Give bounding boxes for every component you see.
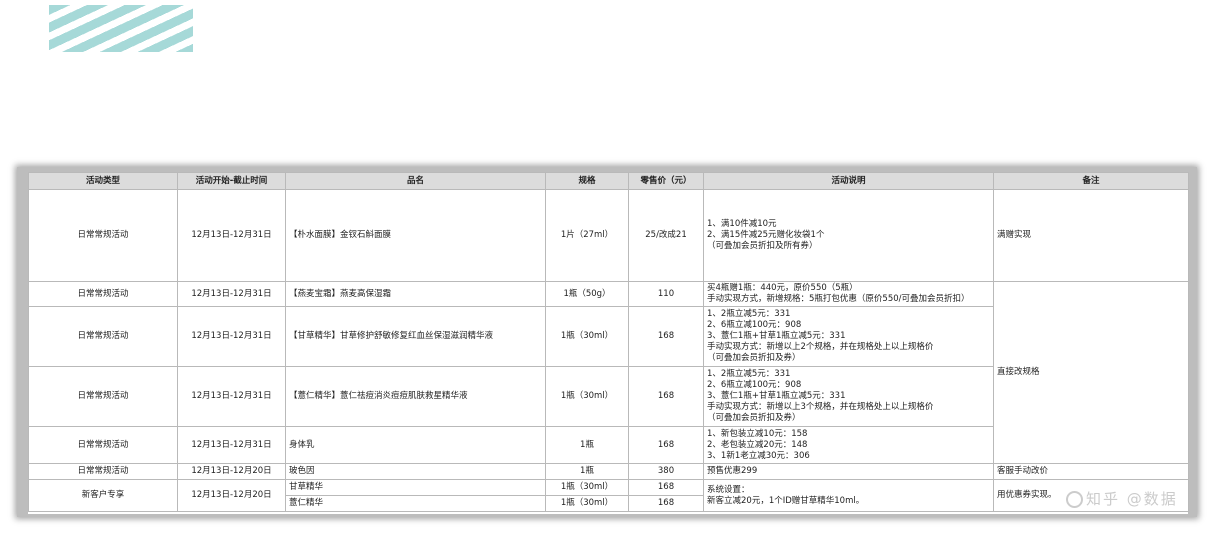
spreadsheet-screenshot: 活动类型 活动开始-截止时间 品名 规格 零售价（元） 活动说明 备注 日常常规… — [17, 167, 1197, 517]
cell-price: 110 — [628, 281, 704, 307]
cell-spec: 1瓶（30ml） — [545, 306, 629, 367]
cell-price: 168 — [628, 479, 704, 496]
cell-spec: 1瓶 — [545, 426, 629, 464]
cell-type: 新客户专享 — [28, 479, 178, 512]
cell-name: 身体乳 — [285, 426, 546, 464]
cell-period: 12月13日-12月31日 — [177, 189, 286, 282]
cell-price: 168 — [628, 495, 704, 512]
cell-name: 【朴水面膜】金钗石斛面膜 — [285, 189, 546, 282]
watermark: 知乎 @数据 — [1066, 488, 1178, 509]
cell-spec: 1瓶（30ml） — [545, 479, 629, 496]
table-row: 日常常规活动 12月13日-12月31日 【燕麦宝霜】燕麦高保湿霜 1瓶（50g… — [28, 281, 1189, 464]
cell-type: 日常常规活动 — [28, 463, 178, 480]
header-activity-type: 活动类型 — [28, 172, 178, 190]
cell-spec: 1片（27ml） — [545, 189, 629, 282]
cell-description: 买4瓶赠1瓶：440元，原价550（5瓶） 手动实现方式，新增规格：5瓶打包优惠… — [703, 281, 994, 307]
cell-spec: 1瓶 — [545, 463, 629, 480]
cell-spec: 1瓶（30ml） — [545, 495, 629, 512]
watermark-logo-icon — [1066, 491, 1083, 508]
cell-type: 日常常规活动 — [28, 189, 178, 282]
cell-price: 168 — [628, 306, 704, 367]
table-row: 日常常规活动 12月13日-12月20日 玻色因 1瓶 380 预售优惠299 … — [28, 463, 1189, 480]
cell-price: 168 — [628, 366, 704, 427]
cell-type: 日常常规活动 — [28, 366, 178, 427]
table-row: 日常常规活动 12月13日-12月31日 【朴水面膜】金钗石斛面膜 1片（27m… — [28, 189, 1189, 282]
cell-description: 1、2瓶立减5元：331 2、6瓶立减100元：908 3、薏仁1瓶+甘草1瓶立… — [703, 366, 994, 427]
cell-period: 12月13日-12月31日 — [177, 426, 286, 464]
cell-note: 满赠实现 — [993, 189, 1189, 282]
cell-price: 25/改成21 — [628, 189, 704, 282]
header-note: 备注 — [993, 172, 1189, 190]
cell-spec: 1瓶（30ml） — [545, 366, 629, 427]
cell-price: 380 — [628, 463, 704, 480]
header-row: 活动类型 活动开始-截止时间 品名 规格 零售价（元） 活动说明 备注 — [28, 172, 1189, 190]
cell-name: 【甘草精华】甘草修护舒敏修复红血丝保湿滋润精华液 — [285, 306, 546, 367]
cell-type: 日常常规活动 — [28, 306, 178, 367]
cell-description: 系统设置： 新客立减20元，1个ID赠甘草精华10ml。 — [703, 479, 994, 512]
decorative-stripes — [49, 5, 193, 52]
cell-period: 12月13日-12月31日 — [177, 306, 286, 367]
cell-price: 168 — [628, 426, 704, 464]
cell-name: 薏仁精华 — [285, 495, 546, 512]
cell-description: 1、新包装立减10元：158 2、老包装立减20元：148 3、1新1老立减30… — [703, 426, 994, 464]
cell-name: 玻色因 — [285, 463, 546, 480]
cell-description: 1、2瓶立减5元：331 2、6瓶立减100元：908 3、薏仁1瓶+甘草1瓶立… — [703, 306, 994, 367]
spreadsheet-area: 活动类型 活动开始-截止时间 品名 规格 零售价（元） 活动说明 备注 日常常规… — [28, 172, 1189, 514]
cell-period: 12月13日-12月31日 — [177, 366, 286, 427]
cell-type: 日常常规活动 — [28, 426, 178, 464]
cell-note: 客服手动改价 — [993, 463, 1189, 480]
cell-description: 1、满10件减10元 2、满15件减25元赠化妆袋1个 （可叠加会员折扣及所有券… — [703, 189, 994, 282]
cell-period: 12月13日-12月20日 — [177, 463, 286, 480]
cell-note-shared: 直接改规格 — [993, 281, 1189, 464]
cell-name: 甘草精华 — [285, 479, 546, 496]
header-price: 零售价（元） — [628, 172, 704, 190]
cell-name: 【燕麦宝霜】燕麦高保湿霜 — [285, 281, 546, 307]
cell-description: 预售优惠299 — [703, 463, 994, 480]
table-row: 新客户专享 12月13日-12月20日 甘草精华 1瓶（30ml） 168 系统… — [28, 479, 1189, 512]
cell-spec: 1瓶（50g） — [545, 281, 629, 307]
cell-type: 日常常规活动 — [28, 281, 178, 307]
cell-name: 【薏仁精华】薏仁祛痘消炎痘痘肌肤救星精华液 — [285, 366, 546, 427]
header-spec: 规格 — [545, 172, 629, 190]
header-period: 活动开始-截止时间 — [177, 172, 286, 190]
watermark-text: 知乎 @数据 — [1086, 490, 1178, 508]
header-description: 活动说明 — [703, 172, 994, 190]
promotion-table: 活动类型 活动开始-截止时间 品名 规格 零售价（元） 活动说明 备注 日常常规… — [28, 172, 1189, 512]
cell-period: 12月13日-12月31日 — [177, 281, 286, 307]
header-product-name: 品名 — [285, 172, 546, 190]
cell-period: 12月13日-12月20日 — [177, 479, 286, 512]
